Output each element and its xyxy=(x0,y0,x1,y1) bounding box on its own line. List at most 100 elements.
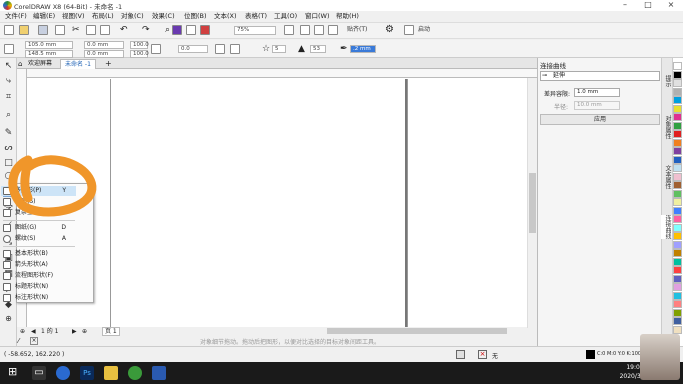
prev-page-icon[interactable]: ◀ xyxy=(31,327,36,336)
mirror-horizontal-icon[interactable] xyxy=(215,44,225,54)
star-sharpness-field[interactable]: 53 xyxy=(310,45,326,53)
menu-layout[interactable]: 布局(L) xyxy=(92,12,114,21)
flyout-item-banner-shapes[interactable]: 标题形状(N) xyxy=(1,282,76,292)
next-page-icon[interactable]: ▶ xyxy=(72,327,77,336)
palette-swatch[interactable] xyxy=(673,113,682,121)
palette-swatch[interactable] xyxy=(673,215,682,223)
maximize-icon[interactable]: □ xyxy=(637,0,659,11)
palette-swatch[interactable] xyxy=(673,266,682,274)
apply-button[interactable]: 应用 xyxy=(540,114,660,125)
first-page-icon[interactable]: ⊕ xyxy=(20,327,25,336)
palette-swatch[interactable] xyxy=(673,172,682,181)
print-icon[interactable] xyxy=(55,25,65,35)
full-screen-icon[interactable] xyxy=(284,25,294,35)
x-position-field[interactable]: 105.0 mm xyxy=(25,41,73,49)
menu-tools[interactable]: 工具(O) xyxy=(274,12,297,21)
tab-document[interactable]: 未命名 -1 xyxy=(60,59,96,69)
palette-swatch[interactable] xyxy=(673,283,682,291)
mode-select[interactable]: 延伸 xyxy=(540,71,660,81)
task-view-icon[interactable]: ▭ xyxy=(32,366,46,380)
palette-swatch[interactable] xyxy=(673,138,682,147)
palette-swatch[interactable] xyxy=(673,164,682,172)
export-icon[interactable] xyxy=(186,25,196,35)
docker-tab-object-properties[interactable]: 对象属性 xyxy=(661,115,672,139)
zoom-tool-icon[interactable]: ⌕ xyxy=(3,110,14,121)
show-grid-icon[interactable] xyxy=(314,25,324,35)
open-folder-icon[interactable] xyxy=(19,25,29,35)
palette-swatch[interactable] xyxy=(673,300,682,308)
zoom-level-select[interactable]: 75% xyxy=(234,26,276,35)
palette-swatch[interactable] xyxy=(673,325,682,334)
outline-width-select[interactable]: .2 mm xyxy=(350,45,376,53)
add-tab-icon[interactable]: + xyxy=(101,59,116,69)
show-guides-icon[interactable] xyxy=(328,25,338,35)
menu-window[interactable]: 窗口(W) xyxy=(305,12,330,21)
gear-icon[interactable]: ⚙ xyxy=(385,25,395,35)
flyout-item-flowchart-shapes[interactable]: 流程图形状(F) xyxy=(1,271,76,281)
menu-bitmap[interactable]: 位图(B) xyxy=(184,12,207,21)
star-points-field[interactable]: 5 xyxy=(272,45,286,53)
app-icon[interactable] xyxy=(152,366,166,380)
new-document-icon[interactable] xyxy=(4,25,14,35)
redo-icon[interactable]: ↷ xyxy=(142,25,152,35)
paste-icon[interactable] xyxy=(100,25,110,35)
palette-swatch[interactable] xyxy=(673,70,682,79)
flyout-item-graph-paper[interactable]: 图纸(G) D xyxy=(1,223,76,233)
file-explorer-icon[interactable] xyxy=(104,366,118,380)
palette-swatch[interactable] xyxy=(673,308,682,317)
coreldraw-taskbar-icon[interactable] xyxy=(128,366,142,380)
palette-swatch[interactable] xyxy=(673,87,682,96)
lock-ratio-icon[interactable] xyxy=(151,44,161,54)
add-tool-icon[interactable]: ⊕ xyxy=(3,313,14,324)
no-fill-indicator-icon[interactable]: × xyxy=(478,350,487,359)
import-icon[interactable] xyxy=(172,25,182,35)
eyedropper-small-icon[interactable]: ⁄ xyxy=(18,337,26,345)
menu-effects[interactable]: 效果(C) xyxy=(152,12,175,21)
rotation-angle-field[interactable]: 0.0 xyxy=(178,45,208,53)
horizontal-scrollbar[interactable] xyxy=(122,327,527,335)
palette-swatch[interactable] xyxy=(673,274,682,283)
tab-welcome-screen[interactable]: 欢迎屏幕 xyxy=(24,59,56,69)
launch-icon[interactable] xyxy=(404,25,414,35)
outline-swatch-icon[interactable] xyxy=(586,350,595,359)
radius-field[interactable]: 10.0 mm xyxy=(574,101,620,110)
palette-swatch[interactable] xyxy=(673,206,682,215)
palette-swatch[interactable] xyxy=(673,249,682,257)
palette-swatch[interactable] xyxy=(673,198,682,206)
minimize-icon[interactable]: – xyxy=(614,0,636,11)
palette-swatch[interactable] xyxy=(673,291,682,300)
fill-swatch-icon[interactable] xyxy=(456,350,465,359)
palette-swatch[interactable] xyxy=(673,189,682,198)
menu-view[interactable]: 视图(V) xyxy=(62,12,85,21)
flyout-item-arrow-shapes[interactable]: 箭头形状(A) xyxy=(1,260,76,270)
height-field[interactable]: 0.0 mm xyxy=(84,50,124,58)
docker-tab-hints[interactable]: 提示 xyxy=(661,75,672,87)
palette-swatch[interactable] xyxy=(673,155,682,164)
copy-icon[interactable] xyxy=(86,25,96,35)
photoshop-icon[interactable]: Ps xyxy=(80,366,94,380)
palette-swatch[interactable] xyxy=(673,257,682,266)
menu-text[interactable]: 文本(X) xyxy=(214,12,237,21)
offset-field[interactable]: 1.0 mm xyxy=(574,88,620,97)
palette-swatch[interactable] xyxy=(673,147,682,155)
undo-icon[interactable]: ↶ xyxy=(120,25,130,35)
docker-tab-connect-curves[interactable]: 连接曲线 xyxy=(661,215,672,239)
menu-table[interactable]: 表格(T) xyxy=(245,12,267,21)
vertical-scrollbar[interactable] xyxy=(527,78,537,328)
publish-pdf-icon[interactable] xyxy=(200,25,210,35)
cut-icon[interactable]: ✂ xyxy=(72,25,82,35)
palette-swatch[interactable] xyxy=(673,96,682,104)
pick-tool-icon[interactable]: ↖ xyxy=(3,61,14,72)
snap-to-dropdown[interactable]: 贴齐(T) xyxy=(347,26,367,34)
windows-start-icon[interactable]: ⊞ xyxy=(8,366,20,378)
shape-tool-icon[interactable]: ⤷ xyxy=(3,76,14,87)
flyout-item-spiral[interactable]: 螺纹(S) A xyxy=(1,234,76,244)
freehand-tool-icon[interactable]: ✎ xyxy=(3,128,14,139)
palette-swatch[interactable] xyxy=(673,79,682,87)
object-origin-icon[interactable] xyxy=(4,44,14,54)
launch-dropdown[interactable]: 启动 xyxy=(418,26,430,34)
y-position-field[interactable]: 148.5 mm xyxy=(25,50,73,58)
document-page[interactable] xyxy=(110,79,407,328)
menu-help[interactable]: 帮助(H) xyxy=(336,12,359,21)
docker-tab-text-properties[interactable]: 文本属性 xyxy=(661,165,672,189)
